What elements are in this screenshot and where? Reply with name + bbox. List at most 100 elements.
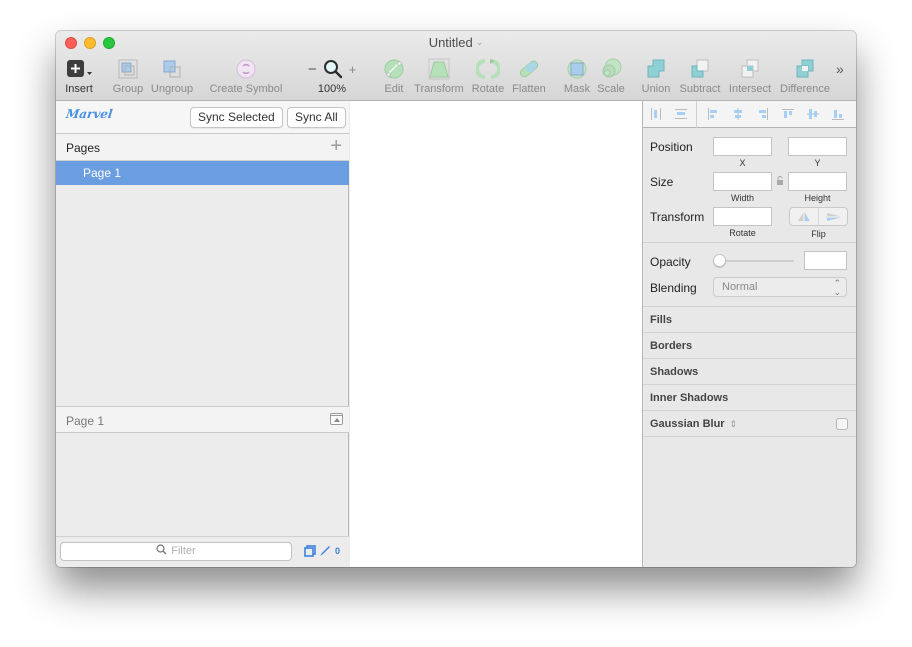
opacity-input[interactable] <box>804 251 847 270</box>
mask-label: Mask <box>563 83 591 95</box>
sync-selected-button[interactable]: Sync Selected <box>190 107 283 128</box>
document-title: Untitled <box>428 35 473 50</box>
size-label: Size <box>650 175 674 189</box>
flatten-icon <box>519 60 539 78</box>
align-right-button[interactable] <box>750 101 775 128</box>
edit-icon <box>384 59 404 79</box>
sync-all-button[interactable]: Sync All <box>287 107 346 128</box>
flip-horizontal-icon <box>798 211 810 222</box>
edit-button[interactable]: Edit <box>378 57 410 95</box>
union-button[interactable]: Union <box>640 57 672 95</box>
difference-label: Difference <box>780 83 830 95</box>
select-arrows-icon: ⌃ ⌄ <box>833 278 841 297</box>
difference-button[interactable]: Difference <box>778 57 832 95</box>
flatten-label: Flatten <box>512 83 546 95</box>
distribute-vertical-icon <box>674 109 687 119</box>
toolbar-overflow-button[interactable]: » <box>836 61 844 77</box>
inner-shadows-title: Inner Shadows <box>650 392 729 404</box>
chevron-down-icon: ⌄ <box>475 37 484 47</box>
align-bottom-icon <box>831 110 844 120</box>
marvel-logo[interactable]: Marvel <box>65 107 114 121</box>
group-button[interactable]: Group <box>111 57 145 95</box>
ungroup-label: Ungroup <box>150 83 194 95</box>
filter-bar: Filter 0 <box>56 536 349 567</box>
rotate-icon <box>476 59 500 79</box>
canvas[interactable] <box>350 101 642 567</box>
mask-button[interactable]: Mask <box>561 57 593 95</box>
scale-icon <box>602 58 622 78</box>
insert-button[interactable]: Insert <box>62 57 96 95</box>
marvel-plugin-bar: Marvel Sync Selected Sync All <box>56 101 349 134</box>
window-title[interactable]: Untitled ⌄ <box>56 35 856 50</box>
width-input[interactable] <box>713 172 772 191</box>
align-vertical-center-icon <box>806 109 819 119</box>
zoom-in-button[interactable]: + <box>349 62 357 77</box>
distribute-horizontal-button[interactable] <box>643 101 668 128</box>
ungroup-icon <box>163 60 181 78</box>
divider <box>643 242 856 243</box>
x-input[interactable] <box>713 137 772 156</box>
group-icon <box>118 59 138 79</box>
layers-page-title: Page 1 <box>66 414 105 428</box>
opacity-slider-knob[interactable] <box>713 254 726 267</box>
transform-label: Transform <box>414 83 464 95</box>
flatten-button[interactable]: Flatten <box>509 57 549 95</box>
inspector-panel: Position X Y Size Width Height Transform… <box>642 100 856 567</box>
align-bottom-button[interactable] <box>825 101 850 128</box>
blending-select[interactable]: Normal ⌃ ⌄ <box>713 277 847 297</box>
fills-title: Fills <box>650 314 673 326</box>
lock-icon[interactable] <box>776 176 784 186</box>
zoom-level: 100% <box>317 83 347 95</box>
height-input[interactable] <box>788 172 847 191</box>
page-list-item[interactable]: Page 1 <box>56 161 349 185</box>
search-icon <box>156 544 167 555</box>
fills-section[interactable]: Fills <box>643 307 856 333</box>
gaussian-blur-label: Gaussian Blur <box>650 418 725 430</box>
borders-section[interactable]: Borders <box>643 333 856 359</box>
rotate-label: Rotate <box>471 83 505 95</box>
magnifier-icon[interactable] <box>323 59 343 79</box>
transform-button[interactable]: Transform <box>412 57 466 95</box>
symbol-icon <box>236 59 256 79</box>
separator <box>696 100 697 128</box>
inner-shadows-section[interactable]: Inner Shadows <box>643 385 856 411</box>
rotate-label: Rotate <box>729 228 756 238</box>
distribute-vertical-button[interactable] <box>668 101 693 128</box>
gaussian-blur-section[interactable]: Gaussian Blur ⇕ <box>643 411 856 437</box>
opacity-slider-track[interactable] <box>718 260 794 262</box>
y-label: Y <box>814 158 821 168</box>
flip-horizontal-button[interactable] <box>790 208 818 225</box>
gaussian-blur-checkbox[interactable] <box>836 418 848 430</box>
intersect-button[interactable]: Intersect <box>727 57 773 95</box>
align-vertical-center-button[interactable] <box>800 101 825 128</box>
insert-label: Insert <box>65 83 93 95</box>
opacity-label: Opacity <box>650 255 691 269</box>
layers-header: Page 1 <box>56 406 349 433</box>
toolbar: Untitled ⌄ Insert Group Ungroup Create S… <box>56 31 856 101</box>
filter-input[interactable]: Filter <box>60 542 292 561</box>
borders-title: Borders <box>650 340 693 352</box>
zoom-out-button[interactable]: − <box>308 61 317 78</box>
create-symbol-button[interactable]: Create Symbol <box>209 57 283 95</box>
width-label: Width <box>730 193 754 203</box>
blur-type-updown-icon[interactable]: ⇕ <box>730 419 738 430</box>
add-page-button[interactable]: + <box>330 135 342 158</box>
rotate-button[interactable]: Rotate <box>470 57 506 95</box>
distribute-horizontal-icon <box>650 108 661 120</box>
symbols-filter-icon[interactable] <box>304 545 316 557</box>
x-label: X <box>739 158 746 168</box>
flip-vertical-button[interactable] <box>818 208 847 225</box>
align-top-button[interactable] <box>775 101 800 128</box>
filter-icons: 0 <box>304 545 340 557</box>
shadows-section[interactable]: Shadows <box>643 359 856 385</box>
collapse-icon[interactable] <box>330 413 343 425</box>
y-input[interactable] <box>788 137 847 156</box>
scale-button[interactable]: Scale <box>595 57 627 95</box>
align-horizontal-center-button[interactable] <box>725 101 750 128</box>
align-left-button[interactable] <box>700 101 725 128</box>
flip-control <box>789 207 848 226</box>
slice-filter-icon[interactable] <box>319 545 331 557</box>
rotate-input[interactable] <box>713 207 772 226</box>
subtract-button[interactable]: Subtract <box>678 57 722 95</box>
ungroup-button[interactable]: Ungroup <box>150 57 194 95</box>
